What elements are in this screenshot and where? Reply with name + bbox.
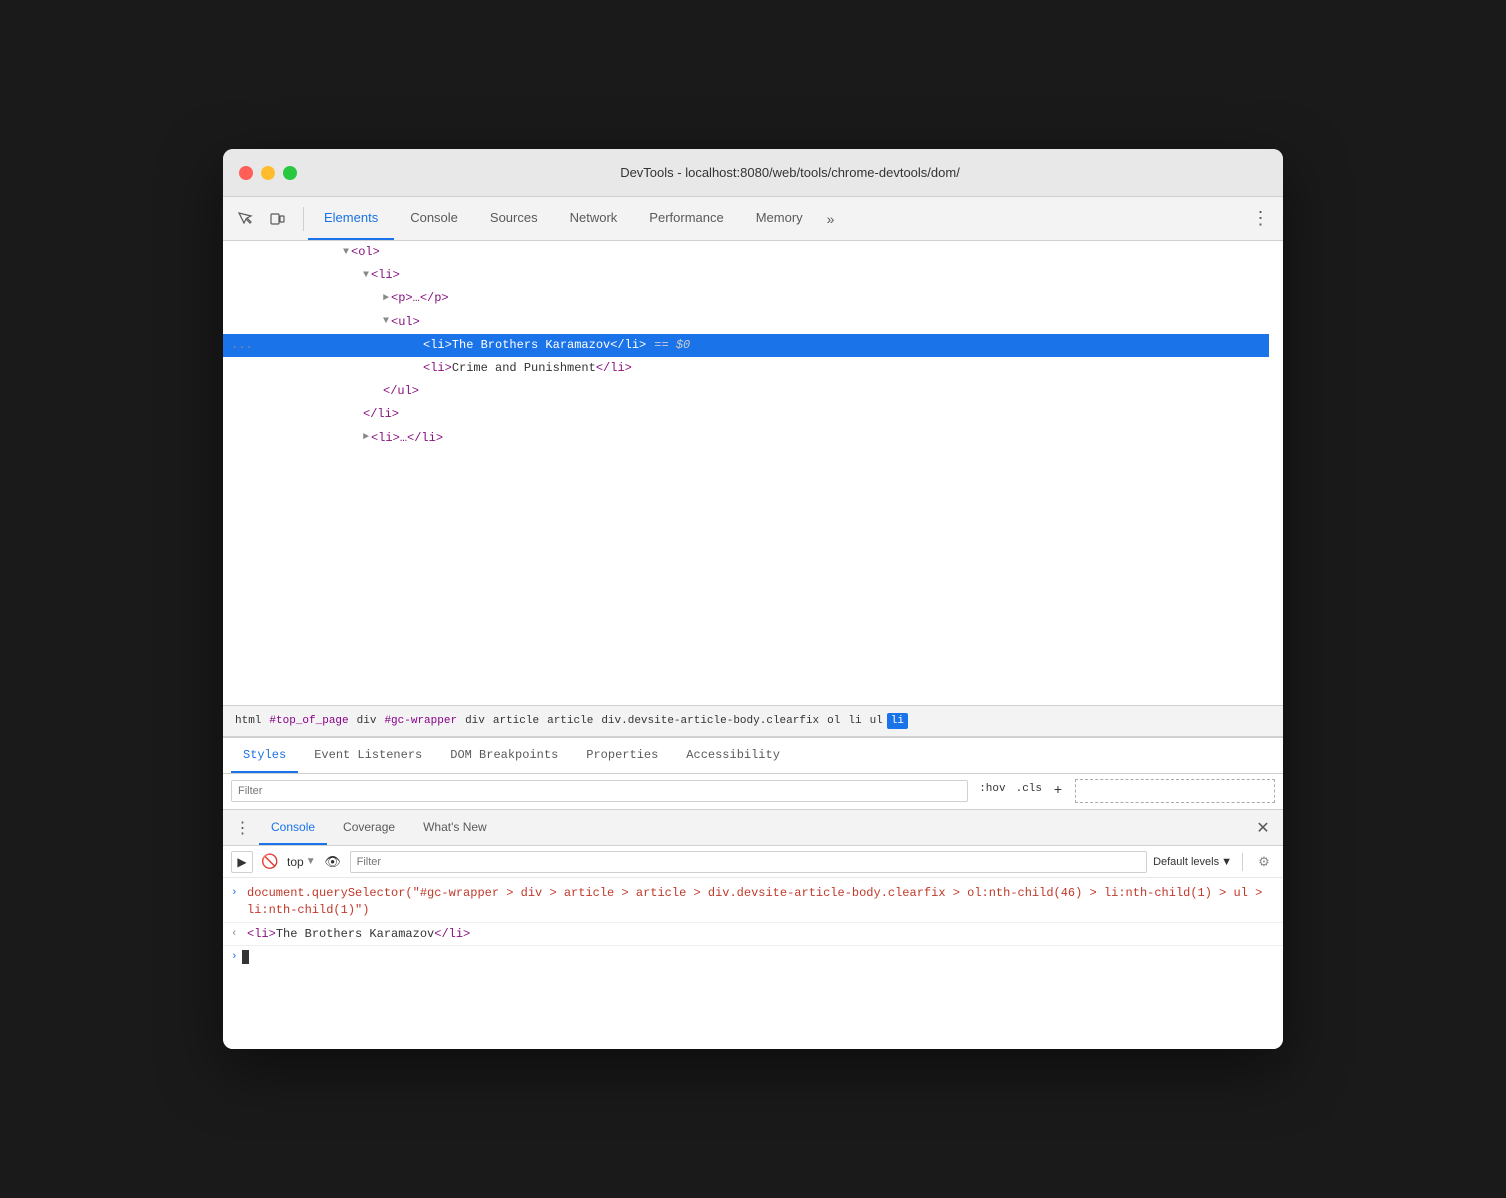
console-settings-button[interactable]: ⚙ xyxy=(1253,851,1275,873)
crumb-ol[interactable]: ol xyxy=(823,713,844,729)
tab-memory[interactable]: Memory xyxy=(740,197,819,240)
hov-button[interactable]: :hov xyxy=(976,782,1008,800)
styles-tabs: Styles Event Listeners DOM Breakpoints P… xyxy=(223,738,1283,774)
console-clear-button[interactable]: 🚫 xyxy=(259,851,281,873)
style-area xyxy=(1075,779,1275,803)
device-toolbar-button[interactable] xyxy=(263,205,291,233)
console-result-text: <li>The Brothers Karamazov</li> xyxy=(247,926,1275,943)
console-toolbar-sep xyxy=(1242,853,1243,871)
tab-sources[interactable]: Sources xyxy=(474,197,554,240)
dom-panel: ▼ <ol> ▼ <li> ► <p>…</p> ▼ xyxy=(223,241,1283,809)
window-title: DevTools - localhost:8080/web/tools/chro… xyxy=(313,165,1267,180)
tab-console[interactable]: Console xyxy=(394,197,474,240)
toolbar-icons xyxy=(223,205,299,233)
triangle-p[interactable]: ► xyxy=(383,291,389,307)
triangle-li[interactable]: ▼ xyxy=(363,268,369,284)
triangle-li2[interactable]: ► xyxy=(363,430,369,446)
drawer-close-button[interactable]: ✕ xyxy=(1251,816,1275,840)
minimize-button[interactable] xyxy=(261,166,275,180)
crumb-top-of-page[interactable]: #top_of_page xyxy=(265,713,352,729)
toolbar-end: ⋮ xyxy=(1239,205,1283,233)
crumb-div2[interactable]: div xyxy=(461,713,489,729)
console-content: › document.querySelector("#gc-wrapper > … xyxy=(223,878,1283,1049)
console-play-button[interactable]: ▶ xyxy=(231,851,253,873)
console-prompt: › xyxy=(231,951,238,963)
dom-line-close-li[interactable]: </li> xyxy=(223,403,1269,426)
console-filter-input[interactable] xyxy=(350,851,1147,873)
tab-performance[interactable]: Performance xyxy=(633,197,739,240)
more-tabs-button[interactable]: » xyxy=(819,211,843,227)
console-drawer: ⋮ Console Coverage What's New ✕ ▶ 🚫 top … xyxy=(223,809,1283,1049)
inspect-element-button[interactable] xyxy=(231,205,259,233)
levels-arrow-icon: ▼ xyxy=(1221,856,1232,868)
crumb-gc-wrapper[interactable]: #gc-wrapper xyxy=(380,713,461,729)
devtools-window: DevTools - localhost:8080/web/tools/chro… xyxy=(223,149,1283,1049)
triangle-ol[interactable]: ▼ xyxy=(343,245,349,261)
styles-filter-bar: :hov .cls + xyxy=(223,774,1283,808)
devtools-tabs: Elements Console Sources Network Perform… xyxy=(308,197,1239,240)
styles-panel: Styles Event Listeners DOM Breakpoints P… xyxy=(223,737,1283,809)
dom-tree[interactable]: ▼ <ol> ▼ <li> ► <p>…</p> ▼ xyxy=(223,241,1283,705)
result-arrow: ‹ xyxy=(231,926,247,942)
dom-line-ul[interactable]: ▼ <ul> xyxy=(223,311,1269,334)
crumb-article1[interactable]: article xyxy=(489,713,543,729)
tab-dom-breakpoints[interactable]: DOM Breakpoints xyxy=(438,738,570,773)
devtools-toolbar: Elements Console Sources Network Perform… xyxy=(223,197,1283,241)
styles-filter-input[interactable] xyxy=(231,780,968,802)
console-context-selector[interactable]: top ▼ xyxy=(287,855,316,869)
dom-line-li-brothers[interactable]: ... <li>The Brothers Karamazov</li> == $… xyxy=(223,334,1269,357)
hov-cls-controls: :hov .cls + xyxy=(976,782,1067,800)
crumb-li-active[interactable]: li xyxy=(887,713,908,729)
tab-accessibility[interactable]: Accessibility xyxy=(674,738,792,773)
crumb-div-clearfix[interactable]: div.devsite-article-body.clearfix xyxy=(597,713,823,729)
traffic-lights xyxy=(239,166,297,180)
console-levels-selector[interactable]: Default levels ▼ xyxy=(1153,856,1232,868)
dom-tree-wrapper: ▼ <ol> ▼ <li> ► <p>…</p> ▼ xyxy=(223,241,1283,705)
console-input-line[interactable]: › xyxy=(223,946,1283,968)
toolbar-menu-button[interactable]: ⋮ xyxy=(1247,205,1275,233)
tab-elements[interactable]: Elements xyxy=(308,197,394,240)
close-button[interactable] xyxy=(239,166,253,180)
crumb-html[interactable]: html xyxy=(231,713,265,729)
dom-line-li-crime[interactable]: <li> Crime and Punishment </li> xyxy=(223,357,1269,380)
console-result-line: ‹ <li>The Brothers Karamazov</li> xyxy=(223,923,1283,947)
dom-line-li[interactable]: ▼ <li> xyxy=(223,264,1269,287)
console-command-text: document.querySelector("#gc-wrapper > di… xyxy=(247,885,1275,919)
command-arrow: › xyxy=(231,885,247,901)
cls-button[interactable]: .cls xyxy=(1013,782,1045,800)
breadcrumb: html #top_of_page div #gc-wrapper div ar… xyxy=(223,705,1283,737)
toolbar-separator xyxy=(303,207,304,231)
console-command-line: › document.querySelector("#gc-wrapper > … xyxy=(223,882,1283,923)
dom-line-close-ul[interactable]: </ul> xyxy=(223,380,1269,403)
console-cursor xyxy=(242,950,249,964)
console-eye-button[interactable]: 👁 xyxy=(322,851,344,873)
tab-styles[interactable]: Styles xyxy=(231,738,298,773)
drawer-tab-coverage[interactable]: Coverage xyxy=(331,810,407,845)
context-dropdown-arrow: ▼ xyxy=(306,856,316,867)
dom-line-ol[interactable]: ▼ <ol> xyxy=(223,241,1269,264)
titlebar: DevTools - localhost:8080/web/tools/chro… xyxy=(223,149,1283,197)
maximize-button[interactable] xyxy=(283,166,297,180)
drawer-tab-console[interactable]: Console xyxy=(259,810,327,845)
drawer-tabs-bar: ⋮ Console Coverage What's New ✕ xyxy=(223,810,1283,846)
crumb-div1[interactable]: div xyxy=(353,713,381,729)
tab-network[interactable]: Network xyxy=(554,197,634,240)
add-style-button[interactable]: + xyxy=(1049,782,1067,800)
triangle-ul[interactable]: ▼ xyxy=(383,314,389,330)
crumb-article2[interactable]: article xyxy=(543,713,597,729)
drawer-tab-whats-new[interactable]: What's New xyxy=(411,810,499,845)
tab-properties[interactable]: Properties xyxy=(574,738,670,773)
crumb-ul[interactable]: ul xyxy=(866,713,887,729)
drawer-menu-button[interactable]: ⋮ xyxy=(231,816,255,840)
tab-event-listeners[interactable]: Event Listeners xyxy=(302,738,434,773)
console-toolbar: ▶ 🚫 top ▼ 👁 Default levels ▼ ⚙ xyxy=(223,846,1283,878)
dom-line-p[interactable]: ► <p>…</p> xyxy=(223,287,1269,310)
dom-line-li-ellipsis[interactable]: ► <li>…</li> xyxy=(223,427,1269,450)
crumb-li1[interactable]: li xyxy=(844,713,865,729)
